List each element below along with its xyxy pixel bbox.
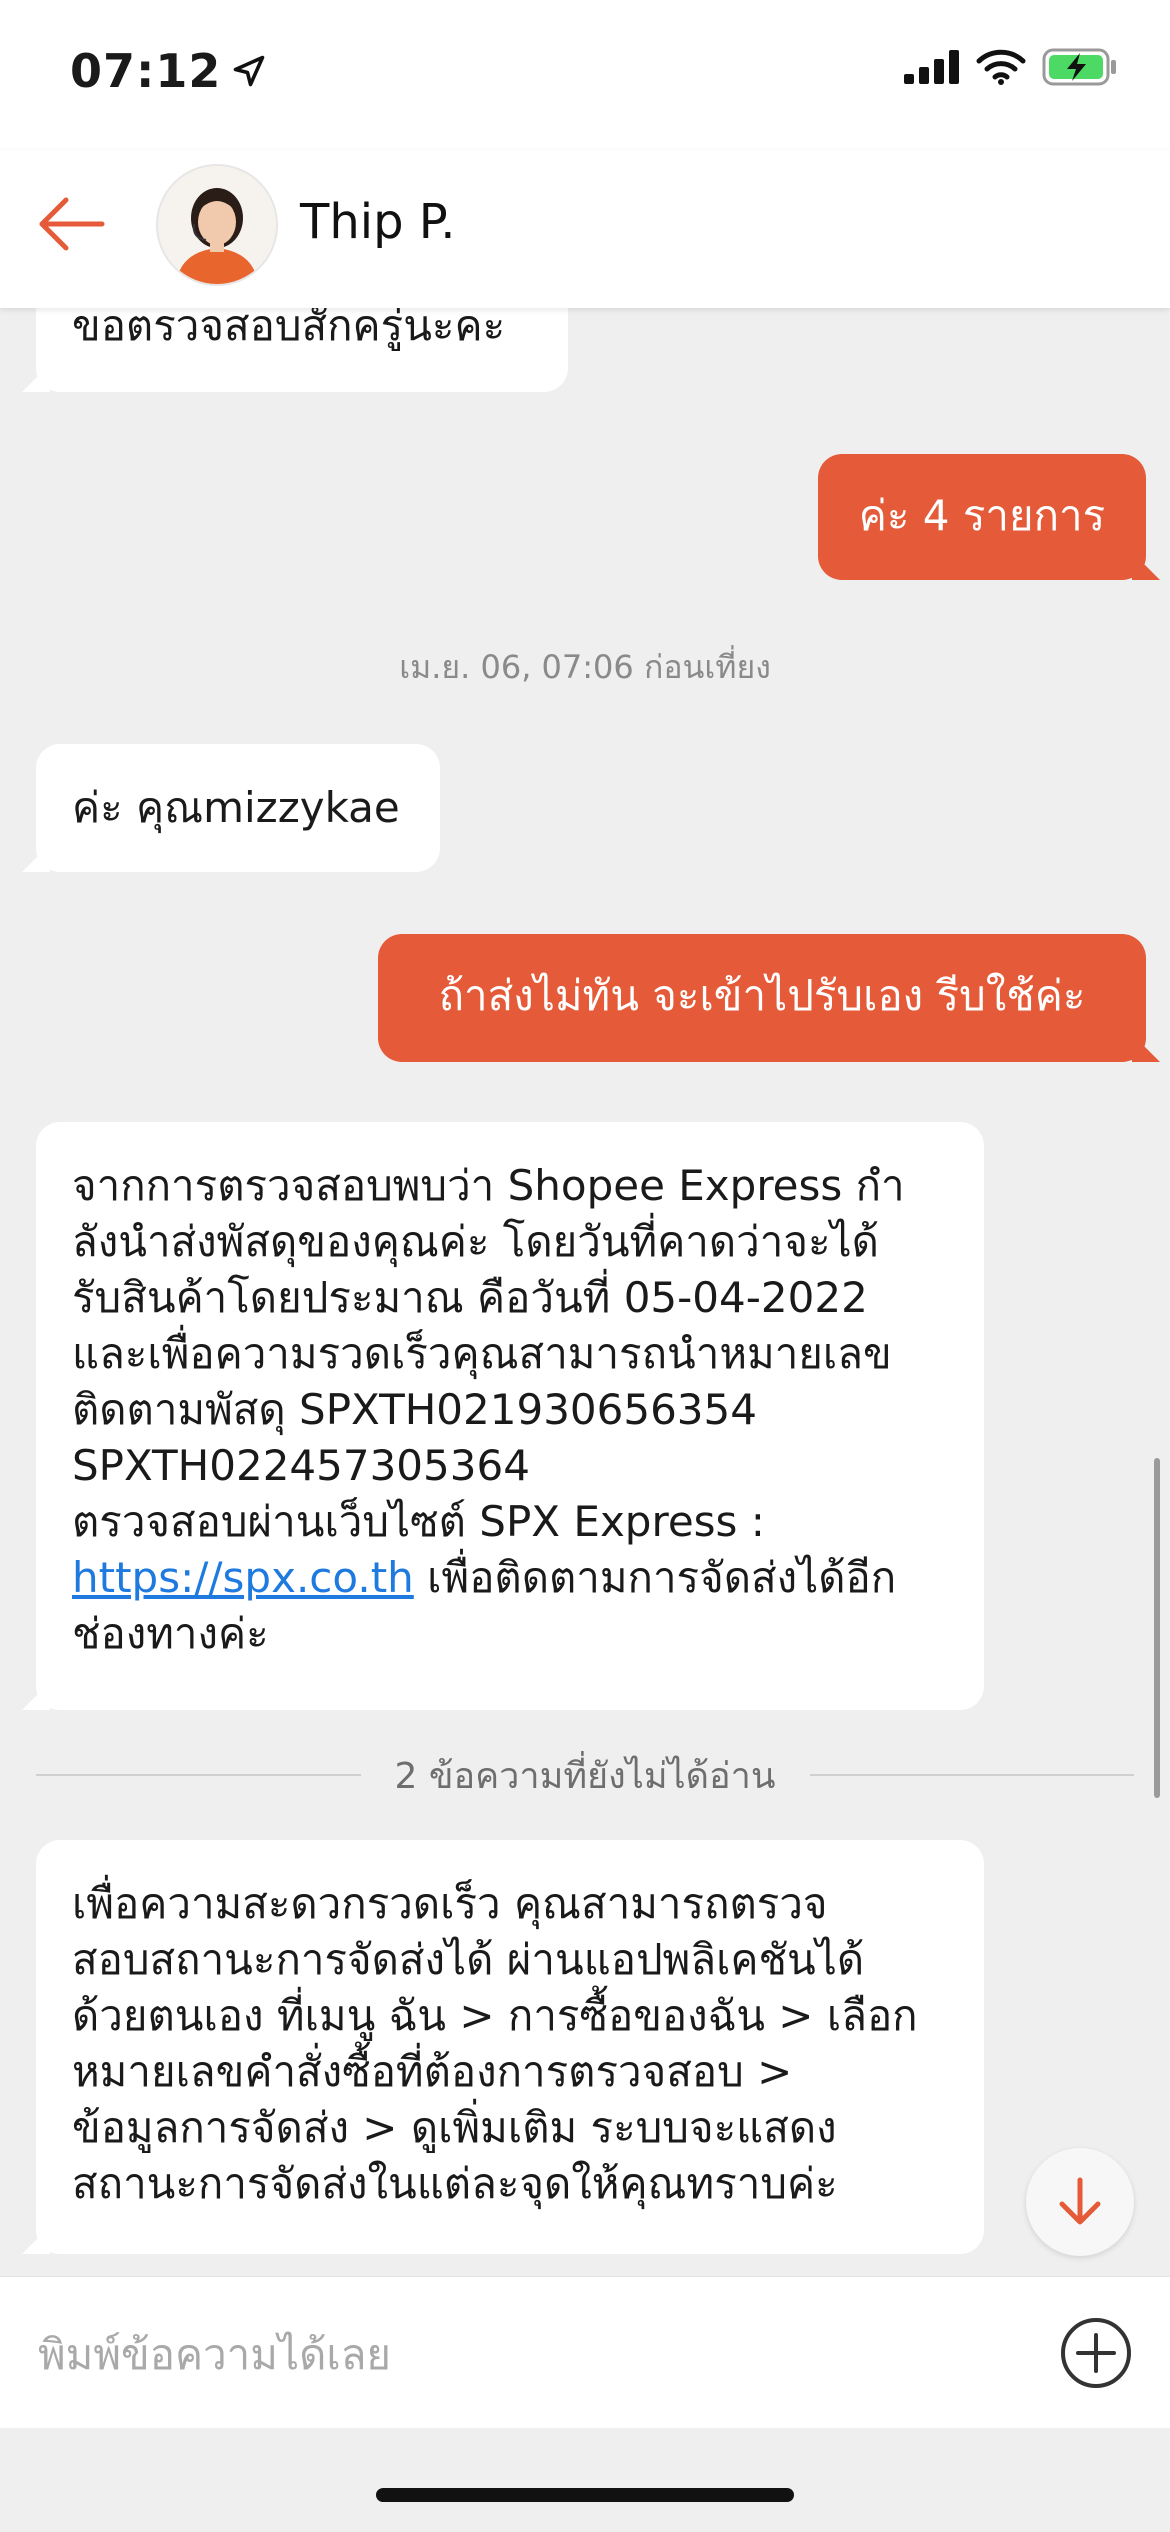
wifi-icon: [976, 49, 1026, 85]
status-time-group: 07:12: [70, 44, 267, 98]
location-arrow-icon: [234, 55, 265, 87]
message-line: สอบสถานะการจัดส่งได้ ผ่านแอปพลิเคชันได้: [72, 1935, 865, 1984]
signal-icon: [904, 50, 959, 84]
bottom-safe-area: [0, 2428, 1170, 2532]
message-input-bar: [0, 2276, 1170, 2429]
message-line: ตรวจสอบผ่านเว็บไซต์ SPX Express :: [72, 1497, 765, 1546]
plus-circle-icon[interactable]: [1058, 2315, 1134, 2391]
divider-line: [809, 1774, 1134, 1776]
message-link[interactable]: https://spx.co.th: [72, 1553, 414, 1602]
scroll-to-bottom-button[interactable]: [1026, 2148, 1134, 2256]
message-bubble-incoming[interactable]: ค่ะ คุณmizzykae: [22, 744, 440, 872]
unread-divider: 2 ข้อความที่ยังไม่ได้อ่าน: [36, 1750, 1134, 1800]
chat-header: Thip P.: [0, 150, 1170, 308]
avatar[interactable]: [156, 164, 278, 286]
arrow-down-icon: [1059, 2177, 1101, 2225]
unread-divider-text: 2 ข้อความที่ยังไม่ได้อ่าน: [394, 1755, 776, 1797]
message-text: ถ้าส่งไม่ทัน จะเข้าไปรับเอง รีบใช้ค่ะ: [438, 971, 1086, 1020]
message-input[interactable]: [36, 2321, 1000, 2387]
contact-name[interactable]: Thip P.: [300, 194, 456, 250]
message-line: ด้วยตนเอง ที่เมนู ฉัน > การซื้อของฉัน > …: [72, 1991, 918, 2040]
bubble-tail: [22, 1682, 50, 1710]
message-bubble-incoming[interactable]: จากการตรวจสอบพบว่า Shopee Express กำ ลัง…: [22, 1122, 984, 1710]
message-bubble-incoming[interactable]: เพื่อความสะดวกรวดเร็ว คุณสามารถตรวจ สอบส…: [22, 1840, 984, 2254]
bubble-tail: [1132, 552, 1160, 580]
message-bubble-outgoing[interactable]: ถ้าส่งไม่ทัน จะเข้าไปรับเอง รีบใช้ค่ะ: [378, 934, 1160, 1062]
message-line: ช่องทางค่ะ: [72, 1609, 269, 1658]
message-line: รับสินค้าโดยประมาณ คือวันที่ 05-04-2022: [72, 1273, 868, 1322]
avatar-image: [158, 166, 276, 284]
message-line: หมายเลขคำสั่งซื้อที่ต้องการตรวจสอบ >: [72, 2047, 793, 2096]
message-text: เพื่อติดตามการจัดส่งได้อีก: [413, 1553, 897, 1602]
status-bar: 07:12: [0, 0, 1170, 150]
message-line: และเพื่อความรวดเร็วคุณสามารถนำหมายเลข: [72, 1329, 892, 1378]
message-line: ข้อมูลการจัดส่ง > ดูเพิ่มเติม ระบบจะแสดง: [72, 2103, 837, 2152]
scrollbar[interactable]: [1154, 1458, 1160, 1798]
status-time: 07:12: [70, 44, 222, 98]
message-timestamp: เม.ย. 06, 07:06 ก่อนเที่ยง: [399, 648, 771, 686]
bubble-tail: [22, 844, 50, 872]
battery-charging-icon: [1042, 48, 1116, 86]
divider-line: [36, 1774, 361, 1776]
chat-area[interactable]: ขอตรวจสอบสักครู่นะคะ ค่ะ 4 รายการ เม.ย. …: [0, 308, 1170, 2276]
message-line: เพื่อความสะดวกรวดเร็ว คุณสามารถตรวจ: [72, 1879, 828, 1928]
message-text: ขอตรวจสอบสักครู่นะคะ: [72, 308, 506, 350]
bubble-tail: [22, 364, 50, 392]
status-icons: [904, 48, 1118, 86]
message-line: ติดตามพัสดุ SPXTH021930656354: [72, 1385, 757, 1434]
message-line: SPXTH022457305364: [72, 1441, 530, 1490]
message-text: ค่ะ 4 รายการ: [858, 491, 1106, 540]
message-line: สถานะการจัดส่งในแต่ละจุดให้คุณทราบค่ะ: [72, 2159, 838, 2208]
message-text: ค่ะ คุณmizzykae: [72, 783, 400, 832]
message-bubble-incoming[interactable]: ขอตรวจสอบสักครู่นะคะ: [22, 308, 568, 392]
message-bubble-outgoing[interactable]: ค่ะ 4 รายการ: [818, 454, 1160, 580]
arrow-left-icon[interactable]: [36, 188, 108, 260]
home-indicator[interactable]: [376, 2488, 794, 2502]
message-line: ลังนำส่งพัสดุของคุณค่ะ โดยวันที่คาดว่าจะ…: [72, 1217, 879, 1266]
message-line: จากการตรวจสอบพบว่า Shopee Express กำ: [72, 1161, 905, 1210]
message-line-with-link: https://spx.co.th เพื่อติดตามการจัดส่งได…: [72, 1550, 948, 1606]
bubble-tail: [1132, 1034, 1160, 1062]
bubble-tail: [22, 2226, 50, 2254]
